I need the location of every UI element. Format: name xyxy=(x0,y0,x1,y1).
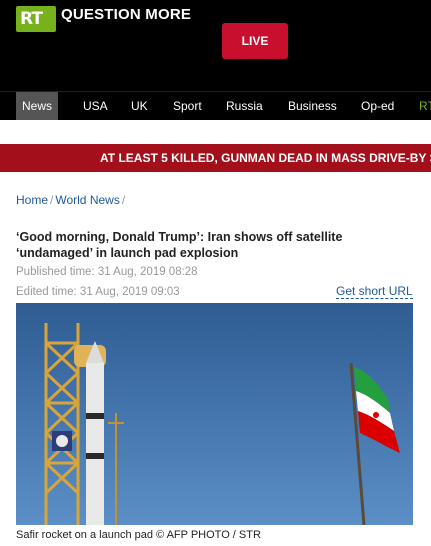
nav-item-uk[interactable]: UK xyxy=(125,92,154,120)
published-time: Published time: 31 Aug, 2019 08:28 xyxy=(16,266,198,278)
nav-item-usa[interactable]: USA xyxy=(77,92,114,120)
article-headline: ‘Good morning, Donald Trump’: Iran shows… xyxy=(16,230,343,260)
logo-text: RT xyxy=(20,9,43,29)
breaking-news-text: AT LEAST 5 KILLED, GUNMAN DEAD IN MASS D… xyxy=(100,151,431,165)
breadcrumb-separator: / xyxy=(50,193,54,207)
nav-item-russia[interactable]: Russia xyxy=(220,92,269,120)
get-short-url-link[interactable]: Get short URL xyxy=(336,284,413,299)
rt-logo[interactable]: RT xyxy=(16,6,56,32)
edited-time: Edited time: 31 Aug, 2019 09:03 xyxy=(16,286,180,298)
site-tagline: QUESTION MORE xyxy=(61,6,192,23)
breadcrumb-separator: / xyxy=(121,193,126,207)
nav-item-op-ed[interactable]: Op-ed xyxy=(355,92,400,120)
live-button[interactable]: LIVE xyxy=(222,23,288,59)
breadcrumb: Home / World News / xyxy=(16,193,127,207)
article-photo[interactable] xyxy=(16,303,413,525)
breadcrumb-home[interactable]: Home xyxy=(16,193,48,207)
nav-item-business[interactable]: Business xyxy=(282,92,343,120)
site-header: RT QUESTION MORE LIVE xyxy=(0,0,431,91)
main-nav: News USA UK Sport Russia Business Op-ed … xyxy=(0,91,431,120)
nav-item-news[interactable]: News xyxy=(16,92,59,120)
breadcrumb-world-news[interactable]: World News xyxy=(55,193,119,207)
photo-caption: Safir rocket on a launch pad © AFP PHOTO… xyxy=(16,529,261,541)
nav-item-sport[interactable]: Sport xyxy=(167,92,208,120)
breaking-news-banner[interactable]: AT LEAST 5 KILLED, GUNMAN DEAD IN MASS D… xyxy=(0,144,431,172)
nav-item-rt[interactable]: RT xyxy=(413,92,431,120)
